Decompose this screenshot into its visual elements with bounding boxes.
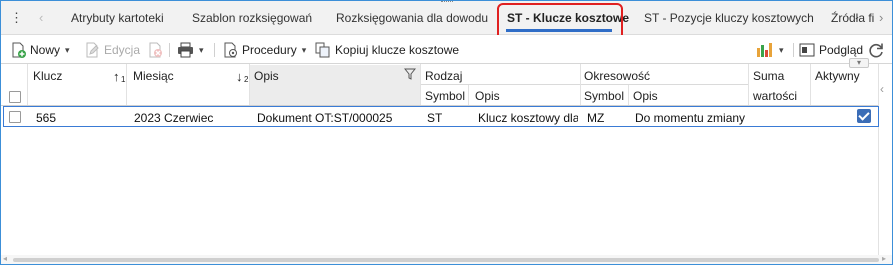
new-button[interactable]: Nowy ▾ <box>10 41 70 59</box>
preview-icon <box>799 42 815 58</box>
preview-button-label: Podgląd <box>819 43 864 57</box>
scroll-left-arrow-icon[interactable]: ◂ <box>3 254 7 263</box>
chevron-down-icon: ▾ <box>301 44 307 55</box>
header-aktywny[interactable]: Aktywny <box>815 69 860 83</box>
header-okresowosc[interactable]: Okresowość <box>584 69 650 83</box>
sort-descending-icon: ↓ <box>236 69 243 84</box>
toolbar-separator <box>214 43 215 57</box>
sort-order-badge: 1 <box>121 75 126 84</box>
scroll-right-arrow-icon[interactable]: ▸ <box>882 254 886 263</box>
scroll-left-icon[interactable]: ‹ <box>880 82 884 96</box>
toolbar-separator <box>169 43 170 57</box>
sort-ascending-icon: ↑ <box>113 69 120 84</box>
procedure-document-icon <box>222 42 238 58</box>
chevron-down-icon: ▾ <box>199 44 204 55</box>
filter-icon[interactable] <box>403 68 417 83</box>
column-divider <box>420 64 421 105</box>
edit-button[interactable]: Edycja <box>84 41 140 59</box>
header-miesiac[interactable]: Miesiąc <box>133 69 174 83</box>
procedures-button[interactable]: Procedury ▾ <box>222 41 306 59</box>
chevron-down-icon: ▾ <box>779 44 784 55</box>
kebab-menu-icon[interactable]: ⋮ <box>10 10 23 26</box>
print-button[interactable]: ▾ <box>177 41 204 59</box>
copy-icon <box>315 42 331 58</box>
cell-klucz: 565 <box>36 111 57 125</box>
horizontal-scrollbar[interactable]: ◂ ▸ <box>1 254 892 264</box>
tab-scroll-left-icon[interactable]: ‹ <box>39 10 43 26</box>
copy-cost-keys-label: Kopiuj klucze kosztowe <box>335 43 460 57</box>
column-divider <box>628 85 629 105</box>
chevron-down-icon: ▾ <box>65 44 70 55</box>
cell-okres-opis: Do momentu zmiany <box>635 111 746 125</box>
column-chooser-dropdown-icon[interactable]: ▾ <box>849 58 869 68</box>
preview-button[interactable]: Podgląd <box>799 41 863 59</box>
column-divider <box>580 64 581 105</box>
toolbar: Nowy ▾ Edycja ▾ Procedury ▾ Kopiuj klucz… <box>1 35 892 63</box>
tab-rozksiegowania-dla-dowodu[interactable]: Rozksięgowania dla dowodu <box>336 11 488 25</box>
cell-opis: Dokument OT:ST/000025 <box>257 111 393 125</box>
tab-bar: ⋮ ‹ Atrybuty kartoteki Szablon rozksięgo… <box>1 1 892 43</box>
header-suma[interactable]: Suma <box>753 69 784 83</box>
cell-okres-symbol: MZ <box>587 111 605 125</box>
tab-szablon-rozksiegowan[interactable]: Szablon rozksięgowań <box>192 11 312 25</box>
cost-keys-grid: ▾ Klucz ↑ 1 Miesiąc ↓ 2 Opis Rodzaj Symb… <box>1 58 892 256</box>
column-divider <box>810 64 811 105</box>
header-okres-opis[interactable]: Opis <box>633 89 658 103</box>
header-rodzaj[interactable]: Rodzaj <box>425 69 462 83</box>
delete-document-icon <box>147 42 163 58</box>
new-document-icon <box>10 42 26 58</box>
refresh-button[interactable] <box>867 41 885 59</box>
toolbar-separator <box>793 43 794 57</box>
delete-button[interactable] <box>147 41 163 59</box>
header-suma-wartosci[interactable]: wartości <box>753 89 797 103</box>
cell-rodzaj-symbol: ST <box>427 111 443 125</box>
column-divider <box>748 64 749 105</box>
procedures-button-label: Procedury <box>242 43 297 57</box>
edit-button-label: Edycja <box>104 43 141 57</box>
chart-view-button[interactable]: ▾ <box>756 41 784 59</box>
bar-chart-icon <box>756 42 774 58</box>
tab-scroll-right-icon[interactable]: › <box>879 10 883 26</box>
printer-icon <box>177 42 194 58</box>
cell-rodzaj-opis: Klucz kosztowy dla ś <box>478 111 578 125</box>
row-checkbox[interactable] <box>9 111 21 123</box>
edit-document-icon <box>84 42 100 58</box>
cell-aktywny-checkbox[interactable] <box>857 109 871 123</box>
header-rodzaj-symbol[interactable]: Symbol <box>425 89 465 103</box>
refresh-icon <box>867 41 885 59</box>
header-okres-symbol[interactable]: Symbol <box>584 89 624 103</box>
column-divider <box>468 85 469 105</box>
copy-cost-keys-button[interactable]: Kopiuj klucze kosztowe <box>315 41 459 59</box>
column-divider <box>878 64 879 256</box>
drag-grip-icon[interactable] <box>441 1 453 4</box>
header-opis[interactable]: Opis <box>254 69 279 83</box>
column-divider <box>126 64 127 105</box>
cell-miesiac: 2023 Czerwiec <box>134 111 214 125</box>
select-all-checkbox[interactable] <box>9 91 21 103</box>
tab-st-pozycje-kluczy-kosztowych[interactable]: ST - Pozycje kluczy kosztowych <box>644 11 814 25</box>
column-divider <box>249 64 250 105</box>
header-rodzaj-opis[interactable]: Opis <box>475 89 500 103</box>
column-divider <box>27 64 28 105</box>
window-frame: ⋮ ‹ Atrybuty kartoteki Szablon rozksięgo… <box>0 0 893 265</box>
header-klucz[interactable]: Klucz <box>33 69 62 83</box>
new-button-label: Nowy <box>30 43 61 57</box>
tab-atrybuty-kartoteki[interactable]: Atrybuty kartoteki <box>71 11 164 25</box>
sort-order-badge: 2 <box>244 75 249 84</box>
scrollbar-thumb[interactable] <box>13 258 879 262</box>
tab-zrodla-fi[interactable]: Źródła fi <box>831 11 875 25</box>
header-group-divider <box>420 84 748 85</box>
